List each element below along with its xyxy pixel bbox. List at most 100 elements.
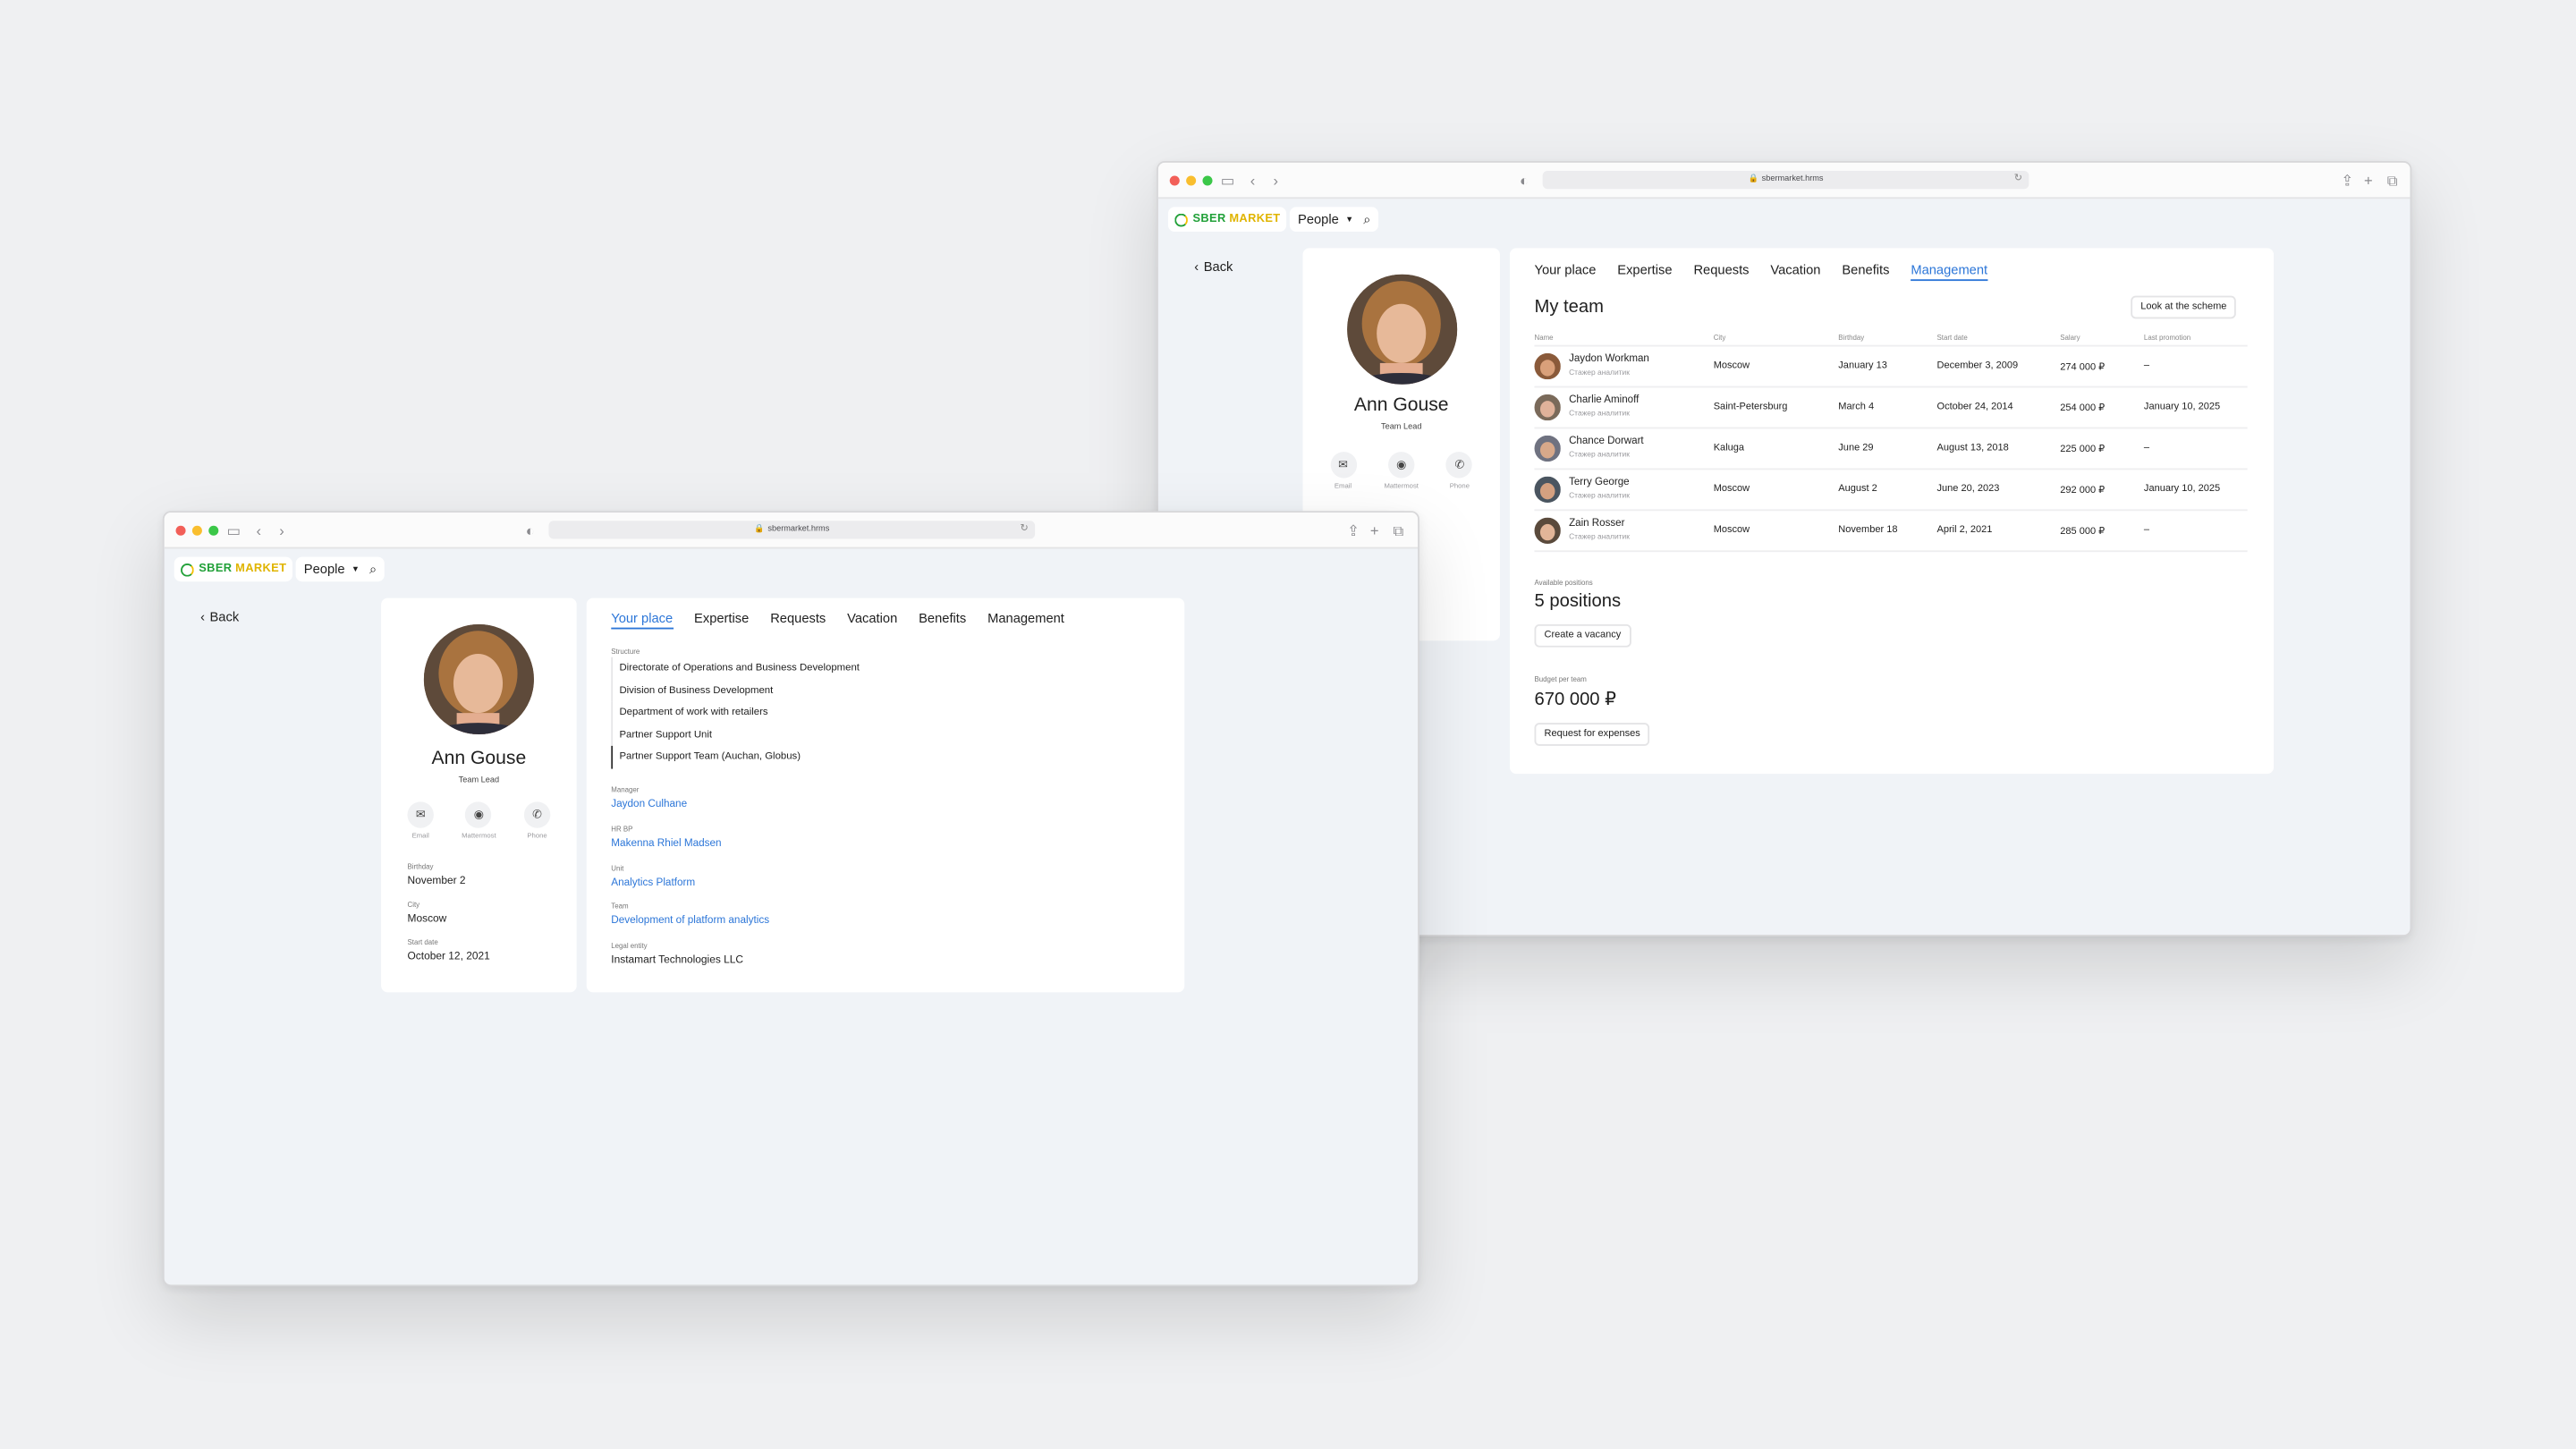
member-start-date: June 20, 2023 [1936,484,2000,495]
member-photo [1534,352,1561,380]
forward-arrow-icon[interactable]: › [279,521,284,540]
available-positions-label: Available positions [1534,578,1593,587]
maximize-window-button[interactable] [1202,175,1213,186]
member-salary: 254 000 ₽ [2060,403,2106,414]
tab-expertise[interactable]: Expertise [694,611,749,629]
team-link[interactable]: Development of platform analytics [611,915,769,927]
tab-your-place[interactable]: Your place [611,611,674,630]
close-window-button[interactable] [175,525,186,536]
mattermost-icon[interactable]: ◉ [1388,452,1415,479]
address-bar[interactable]: 🔒 sbermarket.hrms ↻ [1542,171,2029,190]
phone-icon[interactable]: ✆ [1446,452,1473,479]
request-expenses-button[interactable]: Request for expenses [1534,723,1650,746]
member-city: Saint-Petersburg [1713,402,1788,413]
reload-icon[interactable]: ↻ [2014,171,2022,189]
privacy-shield-icon[interactable]: ◐ [526,521,535,540]
browser-window-your-place: ▭ ‹ › ◐ 🔒 sbermarket.hrms ↻ ⇪ + ⧉ SBER MAR… [162,511,1419,1287]
member-name[interactable]: Terry George [1569,477,1629,488]
search-icon[interactable]: ⌕ [1363,211,1370,227]
back-arrow-icon[interactable]: ‹ [257,521,262,540]
maximize-window-button[interactable] [208,525,219,536]
people-menu-button[interactable]: People ▼ ⌕ [1289,207,1379,232]
tab-expertise[interactable]: Expertise [1617,263,1672,281]
tabs-overview-icon[interactable]: ⧉ [1394,521,1404,540]
budget-value: 670 000 ₽ [1534,690,1617,710]
sidebar-toggle-icon[interactable]: ▭ [226,521,241,540]
mattermost-contact[interactable]: ◉ Mattermost [1384,452,1419,489]
people-menu-button[interactable]: People ▼ ⌕ [295,556,386,582]
privacy-shield-icon[interactable]: ◐ [1520,171,1529,191]
column-start-date: Start date [1936,333,1968,343]
back-link[interactable]: ‹ Back [200,609,239,624]
tab-your-place[interactable]: Your place [1535,263,1597,281]
sbermarket-logo[interactable]: SBER MARKET [174,556,293,582]
table-row[interactable]: Jaydon Workman Стажер аналитик Moscow Ja… [1534,347,2248,388]
search-icon[interactable]: ⌕ [369,561,377,577]
tab-benefits[interactable]: Benefits [919,611,966,629]
sidebar-toggle-icon[interactable]: ▭ [1221,171,1235,191]
structure-item-current[interactable]: Partner Support Team (Auchan, Globus) [611,745,860,768]
table-row[interactable]: Zain Rosser Стажер аналитик Moscow Novem… [1534,511,2248,553]
caret-down-icon: ▼ [351,564,360,574]
portrait-image [423,623,534,735]
member-city: Moscow [1713,484,1750,495]
member-photo [1534,517,1561,544]
table-row[interactable]: Charlie Aminoff Стажер аналитик Saint-Pe… [1534,387,2248,429]
phone-contact[interactable]: ✆ Phone [523,801,551,840]
tab-requests[interactable]: Requests [1693,263,1749,281]
unit-link[interactable]: Analytics Platform [611,877,695,889]
look-at-scheme-button[interactable]: Look at the scheme [2131,295,2237,319]
tab-management[interactable]: Management [1911,263,1988,282]
close-window-button[interactable] [1169,175,1180,186]
structure-item[interactable]: Department of work with retailers [611,701,860,724]
reload-icon[interactable]: ↻ [1021,521,1029,538]
member-name[interactable]: Zain Rosser [1569,518,1624,530]
share-icon[interactable]: ⇪ [2341,171,2353,191]
hrbp-link[interactable]: Makenna Rhiel Madsen [611,838,721,850]
team-label: Team [611,902,629,911]
mail-icon[interactable]: ✉ [1329,452,1357,479]
tab-management[interactable]: Management [987,611,1064,629]
tabs-overview-icon[interactable]: ⧉ [2387,171,2398,191]
mail-icon[interactable]: ✉ [407,801,434,828]
structure-item[interactable]: Directorate of Operations and Business D… [611,657,860,680]
table-row[interactable]: Chance Dorwart Стажер аналитик Kaluga Ju… [1534,428,2248,470]
forward-arrow-icon[interactable]: › [1273,171,1278,191]
table-row[interactable]: Terry George Стажер аналитик Moscow Augu… [1534,470,2248,512]
logo-mark-icon [1174,212,1188,226]
mattermost-contact[interactable]: ◉ Mattermost [462,801,496,840]
minimize-window-button[interactable] [191,525,202,536]
share-icon[interactable]: ⇪ [1347,521,1360,540]
budget-label: Budget per team [1534,674,1587,684]
create-vacancy-button[interactable]: Create a vacancy [1534,623,1631,648]
back-link[interactable]: ‹ Back [1194,259,1233,275]
member-birthday: March 4 [1838,402,1875,413]
tab-requests[interactable]: Requests [770,611,826,629]
new-tab-icon[interactable]: + [1370,521,1379,540]
minimize-window-button[interactable] [1186,175,1197,186]
email-contact[interactable]: ✉ Email [1329,452,1357,489]
structure-item[interactable]: Division of Business Development [611,679,860,702]
tab-vacation[interactable]: Vacation [847,611,897,629]
back-arrow-icon[interactable]: ‹ [1250,171,1256,191]
structure-item[interactable]: Partner Support Unit [611,724,860,746]
address-bar[interactable]: 🔒 sbermarket.hrms ↻ [548,521,1036,539]
mattermost-icon[interactable]: ◉ [465,801,493,828]
member-birthday: November 18 [1838,525,1898,536]
member-position: Стажер аналитик [1569,449,1630,458]
manager-link[interactable]: Jaydon Culhane [611,799,687,810]
contact-buttons: ✉ Email ◉ Mattermost ✆ Phone [1303,452,1500,489]
tab-vacation[interactable]: Vacation [1770,263,1820,281]
new-tab-icon[interactable]: + [2364,171,2373,191]
back-label: Back [1203,259,1233,275]
window-controls [1169,175,1213,186]
member-name[interactable]: Charlie Aminoff [1569,394,1639,406]
email-contact[interactable]: ✉ Email [407,801,434,840]
member-name[interactable]: Jaydon Workman [1569,353,1649,365]
member-avatar [1534,352,1561,380]
phone-contact[interactable]: ✆ Phone [1446,452,1473,489]
sbermarket-logo[interactable]: SBER MARKET [1167,207,1287,232]
tab-benefits[interactable]: Benefits [1842,263,1889,281]
phone-icon[interactable]: ✆ [523,801,551,828]
member-name[interactable]: Chance Dorwart [1569,436,1644,447]
